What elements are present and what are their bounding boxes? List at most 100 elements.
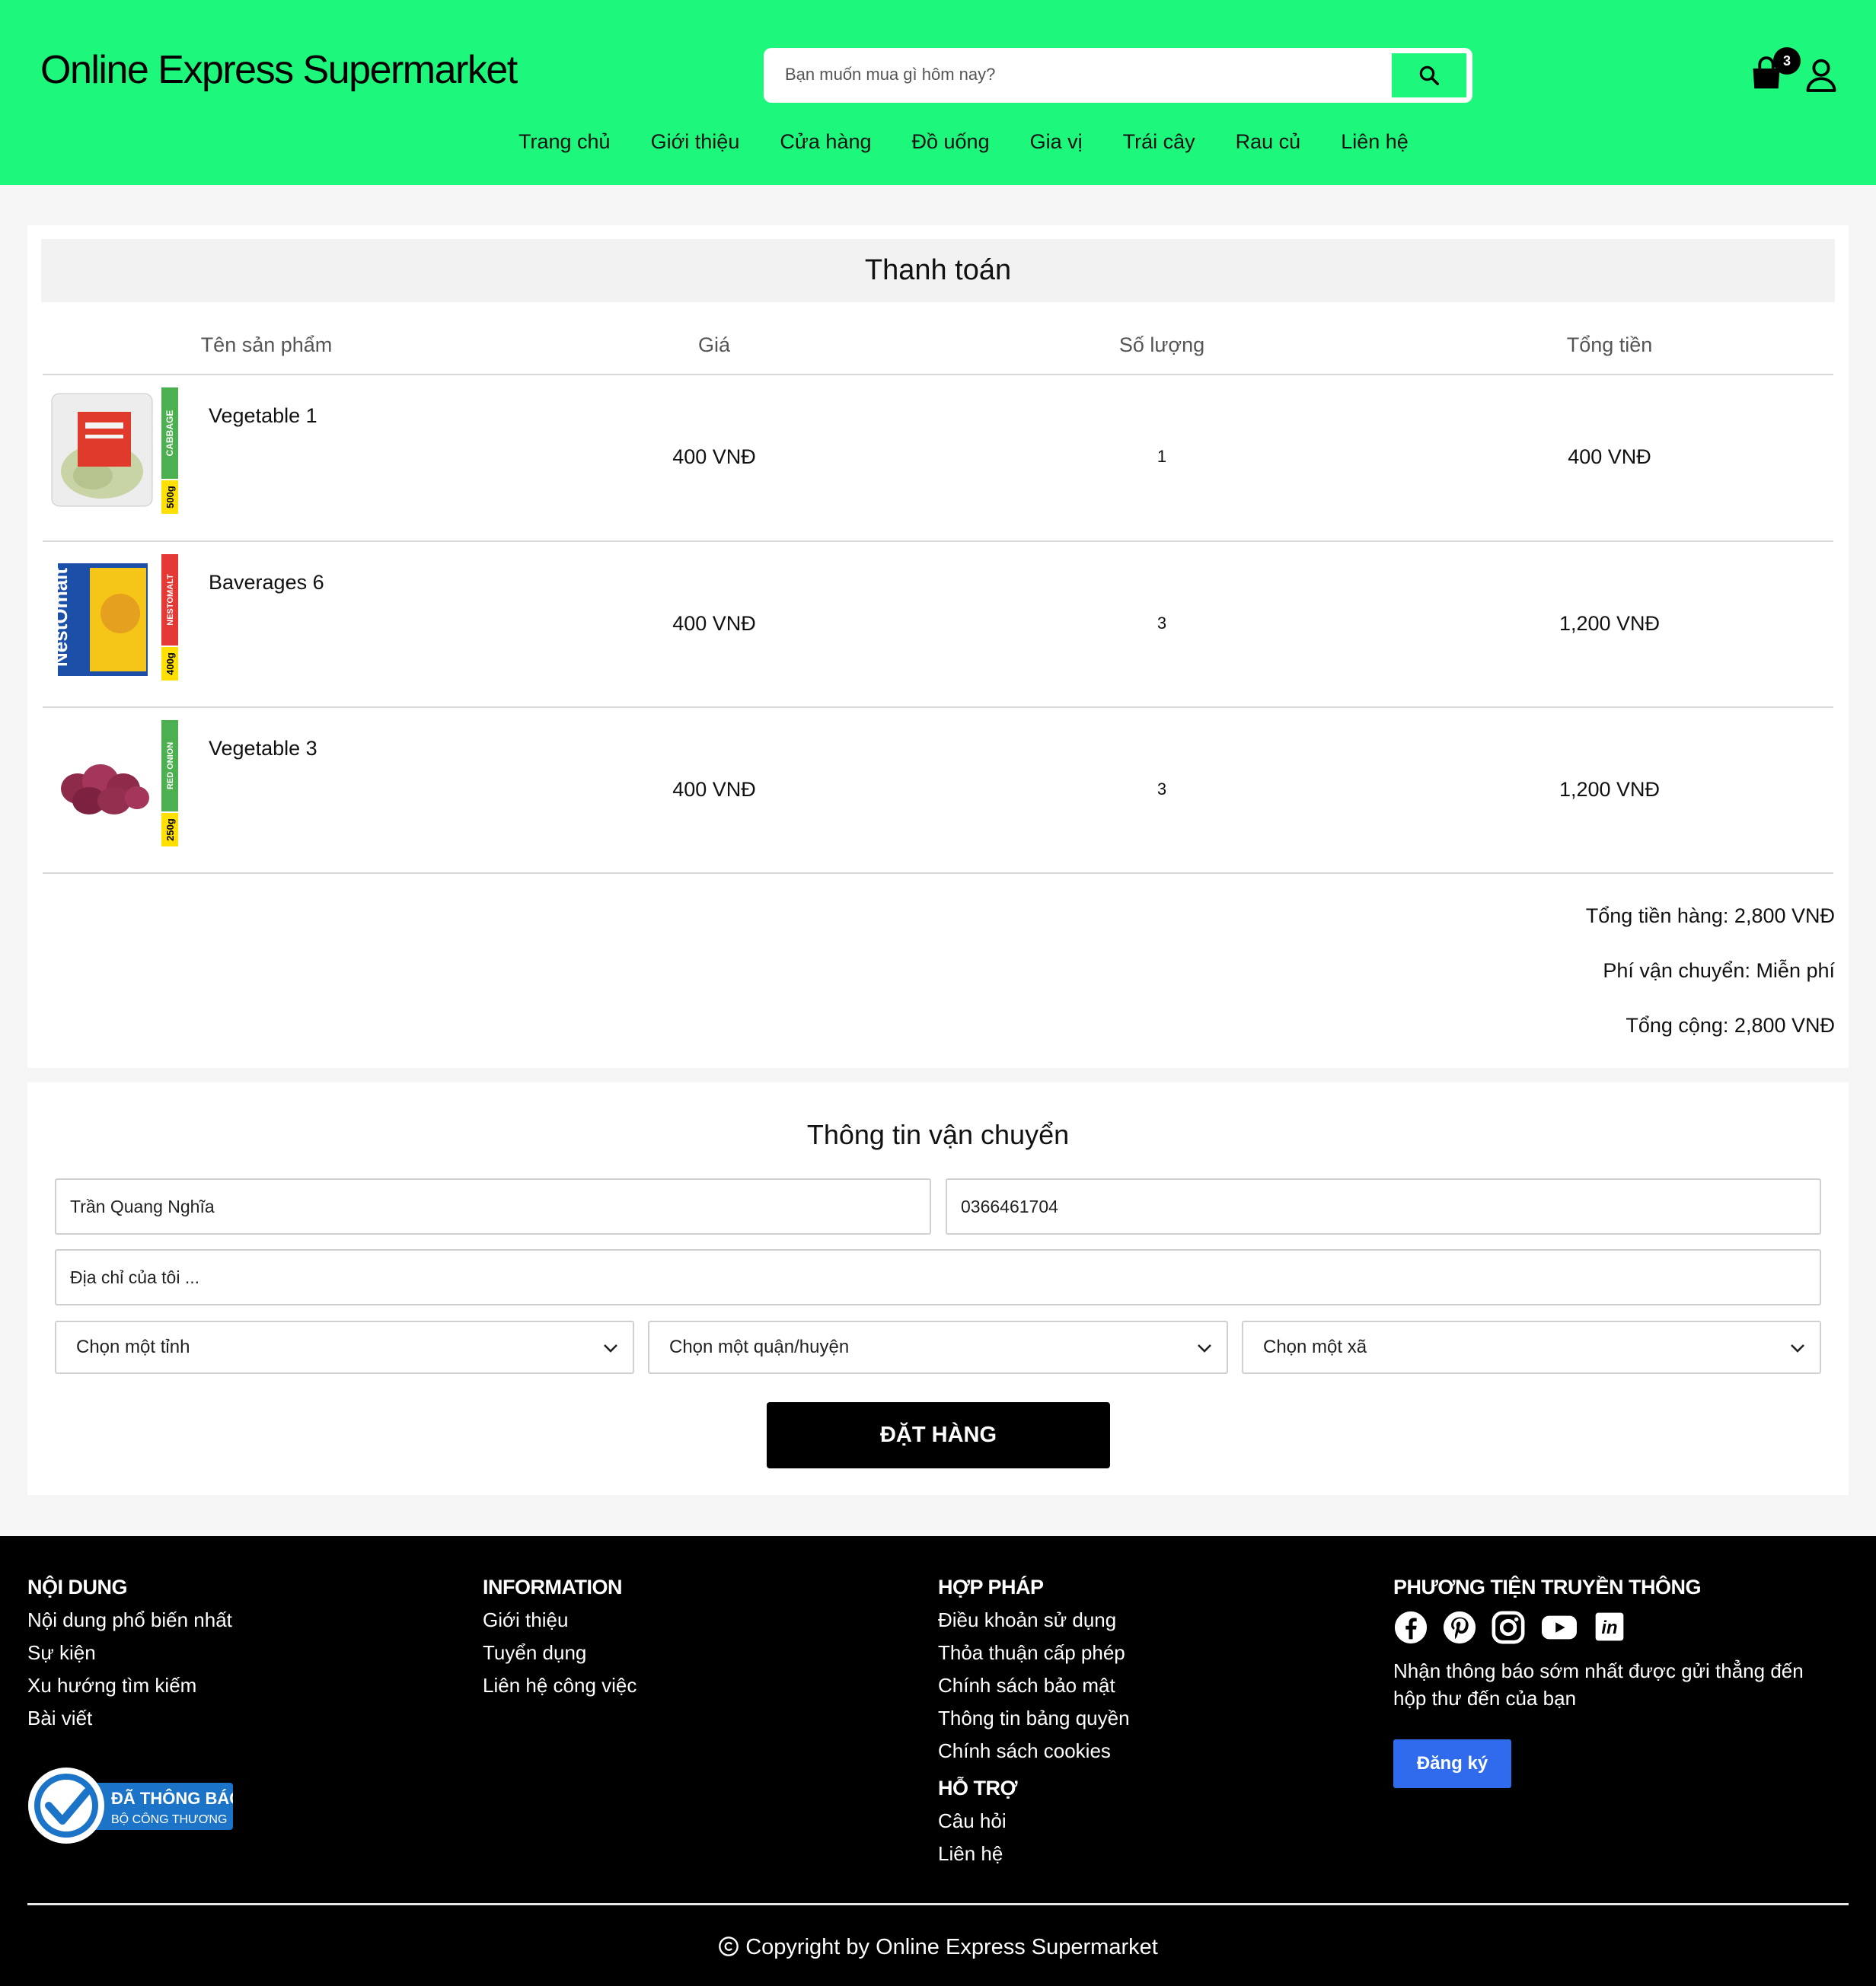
bct-badge-line1: ĐÃ THÔNG BÁO [111,1789,233,1808]
nestomalt-pack-icon: NestOmalt NESTOMALT 400g [49,554,178,681]
product-tag-label: NESTOMALT [166,574,175,626]
ward-select[interactable]: Chọn một xã [1242,1321,1821,1374]
footer-link[interactable]: Xu hướng tìm kiếm [27,1669,232,1702]
subtotal-text: Tổng tiền hàng: 2,800 VNĐ [1585,904,1835,927]
table-divider [43,872,1833,874]
copyright-text: Copyright by Online Express Supermarket [0,1935,1876,1960]
search-input[interactable]: Bạn muốn mua gì hôm nay? [785,65,995,84]
shipping-title: Thông tin vận chuyển [806,1119,1070,1150]
footer-link[interactable]: Điều khoản sử dụng [938,1604,1130,1637]
product-total: 1,200 VNĐ [1559,612,1661,635]
footer-link[interactable]: Tuyển dụng [483,1637,636,1669]
bct-verified-badge-icon[interactable]: ĐÃ THÔNG BÁO BỘ CÔNG THƯƠNG [27,1766,233,1845]
pinterest-icon[interactable] [1442,1610,1477,1645]
nav-about[interactable]: Giới thiệu [651,130,740,154]
address-field[interactable]: Địa chỉ của tôi ... [55,1249,1821,1305]
instagram-icon[interactable] [1491,1610,1526,1645]
footer-link[interactable]: Liên hệ công việc [483,1669,636,1702]
search-button[interactable] [1392,53,1466,97]
red-onion-icon: RED ONION 250g [61,720,178,846]
district-select[interactable]: Chọn một quận/huyện [648,1321,1228,1374]
product-tag-label: RED ONION [166,742,175,789]
subscribe-button[interactable]: Đăng ký [1393,1739,1511,1788]
svg-text:NestOmalt: NestOmalt [49,568,72,667]
footer-divider [27,1903,1849,1905]
footer-link[interactable]: Chính sách bảo mật [938,1669,1130,1702]
phone-field[interactable]: 0366461704 [946,1178,1821,1235]
chevron-down-icon [1791,1344,1804,1353]
user-icon[interactable] [1805,57,1837,92]
footer-col-information: INFORMATION Giới thiệu Tuyển dụng Liên h… [483,1576,636,1702]
svg-text:in: in [1601,1618,1617,1638]
nav-home[interactable]: Trang chủ [518,130,611,154]
product-weight-label: 500g [164,486,176,508]
product-name[interactable]: Vegetable 1 [209,404,317,428]
copyright-label: Copyright by Online Express Supermarket [745,1935,1158,1959]
site-brand[interactable]: Online Express Supermarket [40,47,518,93]
footer-col-social: PHƯƠNG TIỆN TRUYỀN THÔNG in Nhận thông b… [1393,1576,1835,1788]
site-footer: NỘI DUNG Nội dung phổ biến nhất Sự kiện … [0,1536,1876,1986]
product-price: 400 VNĐ [672,445,756,468]
footer-link[interactable]: Liên hệ [938,1838,1130,1870]
footer-link[interactable]: Bài viết [27,1702,232,1735]
table-row: CABBAGE 500g Vegetable 1 400 VNĐ 1 400 V… [43,375,1833,541]
nav-drinks[interactable]: Đồ uống [912,130,990,154]
product-quantity: 3 [1157,614,1167,633]
district-select-value: Chọn một quận/huyện [669,1337,850,1357]
col-header-quantity: Số lượng [1118,333,1205,356]
product-quantity: 1 [1157,447,1167,466]
footer-link[interactable]: Câu hỏi [938,1805,1130,1838]
nav-shop[interactable]: Cửa hàng [780,130,871,154]
linkedin-icon[interactable]: in [1593,1610,1626,1643]
footer-col-legal: HỢP PHÁP Điều khoản sử dụng Thỏa thuận c… [938,1576,1130,1870]
footer-link[interactable]: Thỏa thuận cấp phép [938,1637,1130,1669]
site-header: Online Express Supermarket Bạn muốn mua … [0,0,1876,185]
bct-badge-line2: BỘ CÔNG THƯƠNG [111,1812,227,1826]
search-icon [1419,65,1439,85]
footer-link[interactable]: Chính sách cookies [938,1735,1130,1768]
col-header-price: Giá [697,333,731,356]
product-price: 400 VNĐ [672,612,756,635]
nav-spices[interactable]: Gia vị [1030,130,1083,154]
footer-link[interactable]: Giới thiệu [483,1604,636,1637]
shipping-card: Thông tin vận chuyển Trần Quang Nghĩa 03… [27,1082,1849,1495]
shipping-fee-text: Phí vận chuyển: Miễn phí [1603,959,1835,982]
facebook-icon[interactable] [1393,1610,1428,1645]
cabbage-icon: CABBAGE 500g [51,387,178,514]
main-nav: Trang chủ Giới thiệu Cửa hàng Đồ uống Gi… [518,130,1409,154]
place-order-button[interactable]: ĐẶT HÀNG [767,1402,1110,1468]
grand-total-text: Tổng cộng: 2,800 VNĐ [1626,1014,1835,1037]
youtube-icon[interactable] [1539,1610,1579,1645]
province-select[interactable]: Chọn một tỉnh [55,1321,634,1374]
nav-vegetables[interactable]: Rau củ [1236,130,1301,154]
checkout-card: Thanh toán Tên sản phẩm Giá Số lượng Tổn… [27,225,1849,1068]
social-links: in [1393,1610,1835,1645]
footer-heading: PHƯƠNG TIỆN TRUYỀN THÔNG [1393,1576,1701,1599]
product-name[interactable]: Baverages 6 [209,571,324,595]
footer-heading: INFORMATION [483,1576,622,1599]
footer-col-content: NỘI DUNG Nội dung phổ biến nhất Sự kiện … [27,1576,232,1735]
product-tag-label: CABBAGE [164,410,175,457]
nav-fruits[interactable]: Trái cây [1123,130,1195,154]
product-total: 1,200 VNĐ [1559,778,1661,801]
col-header-product: Tên sản phẩm [200,333,333,356]
product-weight-label: 250g [164,818,176,841]
footer-heading: HỖ TRỢ [938,1777,1018,1800]
footer-heading: HỢP PHÁP [938,1576,1044,1599]
table-row: RED ONION 250g Vegetable 3 400 VNĐ 3 1,2… [43,708,1833,874]
footer-link[interactable]: Thông tin bảng quyền [938,1702,1130,1735]
product-price: 400 VNĐ [672,778,756,801]
copyright-icon [719,1937,739,1956]
table-row: NestOmalt NESTOMALT 400g Baverages 6 400… [43,542,1833,708]
footer-heading: NỘI DUNG [27,1576,127,1599]
ward-select-value: Chọn một xã [1263,1337,1367,1357]
nav-contact[interactable]: Liên hệ [1341,130,1409,154]
footer-link[interactable]: Sự kiện [27,1637,232,1669]
product-total: 400 VNĐ [1568,445,1651,468]
checkout-title: Thanh toán [41,239,1835,302]
fullname-field[interactable]: Trần Quang Nghĩa [55,1178,931,1235]
product-name[interactable]: Vegetable 3 [209,737,317,760]
footer-link[interactable]: Nội dung phổ biến nhất [27,1604,232,1637]
search-bar: Bạn muốn mua gì hôm nay? [764,48,1472,103]
col-header-total: Tổng tiền [1566,333,1653,356]
